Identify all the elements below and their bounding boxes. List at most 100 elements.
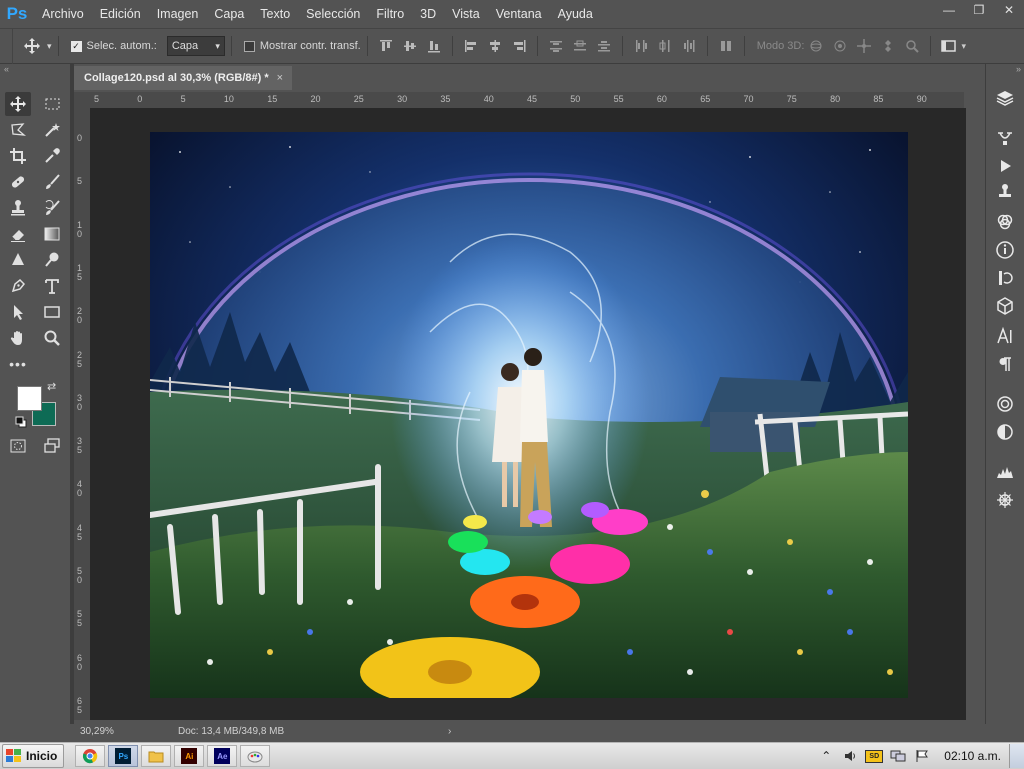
rectangle-tool[interactable] bbox=[39, 300, 65, 324]
brush-tool[interactable] bbox=[39, 170, 65, 194]
channels-panel-button[interactable] bbox=[992, 210, 1018, 234]
move-tool[interactable] bbox=[5, 92, 31, 116]
taskbar-after-effects[interactable]: Ae bbox=[207, 745, 238, 767]
align-bottom-icon[interactable] bbox=[425, 37, 443, 55]
gradient-tool[interactable] bbox=[39, 222, 65, 246]
type-tool[interactable] bbox=[39, 274, 65, 298]
distribute-bottom-icon[interactable] bbox=[595, 37, 613, 55]
clone-stamp-tool[interactable] bbox=[5, 196, 31, 220]
show-desktop-button[interactable] bbox=[1009, 744, 1024, 768]
taskbar-explorer[interactable] bbox=[141, 745, 172, 767]
menu-ayuda[interactable]: Ayuda bbox=[550, 0, 601, 28]
pan-3d-icon[interactable] bbox=[855, 37, 873, 55]
healing-brush-tool[interactable] bbox=[5, 170, 31, 194]
collapse-panel-icon[interactable]: « bbox=[4, 64, 9, 74]
taskbar-illustrator[interactable]: Ai bbox=[174, 745, 205, 767]
menu-seleccion[interactable]: Selección bbox=[298, 0, 368, 28]
ruler-horizontal[interactable]: 5 0 5 10 15 20 25 30 35 40 45 50 55 60 65 70 75 80 85 90 bbox=[74, 92, 964, 109]
menu-vista[interactable]: Vista bbox=[444, 0, 488, 28]
ruler-vertical[interactable]: 0 5 1 0 1 5 2 0 2 5 3 0 3 5 4 0 4 5 5 0 5 5 6 0 6 5 bbox=[74, 108, 91, 720]
sd-card-icon[interactable]: SD bbox=[864, 746, 884, 766]
hand-tool[interactable] bbox=[5, 326, 31, 350]
histogram-panel-button[interactable] bbox=[992, 460, 1018, 484]
clone-source-panel-button[interactable] bbox=[992, 180, 1018, 204]
menu-filtro[interactable]: Filtro bbox=[368, 0, 412, 28]
show-transform-checkbox[interactable] bbox=[243, 40, 255, 52]
align-top-icon[interactable] bbox=[377, 37, 395, 55]
blur-tool[interactable] bbox=[5, 248, 31, 272]
paths-panel-button[interactable] bbox=[992, 126, 1018, 150]
auto-select-checkbox[interactable]: ✓ bbox=[70, 40, 82, 52]
auto-select-toggle[interactable]: ✓ Selec. autom.: bbox=[70, 40, 157, 52]
auto-align-layers-icon[interactable] bbox=[717, 37, 735, 55]
network-icon[interactable] bbox=[888, 746, 908, 766]
start-button[interactable]: Inicio bbox=[2, 744, 65, 768]
history-brush-tool[interactable] bbox=[39, 196, 65, 220]
restore-button[interactable]: ❐ bbox=[964, 0, 994, 20]
distribute-right-icon[interactable] bbox=[680, 37, 698, 55]
screen-mode-button[interactable] bbox=[39, 434, 65, 458]
align-right-icon[interactable] bbox=[510, 37, 528, 55]
chevron-down-icon[interactable]: ▾ bbox=[961, 41, 966, 52]
orbit-3d-icon[interactable] bbox=[807, 37, 825, 55]
document-size-info[interactable]: Doc: 13,4 MB/349,8 MB bbox=[178, 726, 348, 737]
action-center-flag-icon[interactable] bbox=[912, 746, 932, 766]
close-document-icon[interactable]: × bbox=[277, 72, 283, 84]
menu-capa[interactable]: Capa bbox=[206, 0, 252, 28]
taskbar-chrome[interactable] bbox=[75, 745, 106, 767]
menu-3d[interactable]: 3D bbox=[412, 0, 444, 28]
edit-toolbar-button[interactable]: ••• bbox=[5, 352, 31, 376]
marquee-tool[interactable] bbox=[39, 92, 65, 116]
swap-colors-icon[interactable]: ⇄ bbox=[47, 380, 56, 393]
menu-texto[interactable]: Texto bbox=[252, 0, 298, 28]
move-tool-preset[interactable]: ▾ bbox=[23, 37, 52, 55]
history-panel-button[interactable] bbox=[992, 266, 1018, 290]
distribute-top-icon[interactable] bbox=[547, 37, 565, 55]
navigator-panel-button[interactable] bbox=[992, 488, 1018, 512]
distribute-hcenter-icon[interactable] bbox=[656, 37, 674, 55]
pen-tool[interactable] bbox=[5, 274, 31, 298]
show-transform-toggle[interactable]: Mostrar contr. transf. bbox=[243, 40, 361, 52]
zoom-tool[interactable] bbox=[39, 326, 65, 350]
document-tab[interactable]: Collage120.psd al 30,3% (RGB/8#) * × bbox=[74, 64, 292, 90]
document-canvas[interactable] bbox=[150, 132, 908, 698]
lasso-tool[interactable] bbox=[5, 118, 31, 142]
3d-panel-button[interactable] bbox=[992, 294, 1018, 318]
foreground-color-swatch[interactable] bbox=[17, 386, 42, 411]
eraser-tool[interactable] bbox=[5, 222, 31, 246]
align-horizontal-center-icon[interactable] bbox=[486, 37, 504, 55]
actions-panel-button[interactable] bbox=[992, 154, 1018, 178]
taskbar-clock[interactable]: 02:10 a.m. bbox=[944, 749, 1001, 763]
path-selection-tool[interactable] bbox=[5, 300, 31, 324]
status-menu-arrow-icon[interactable]: › bbox=[448, 726, 451, 737]
auto-select-target-dropdown[interactable]: Capa ▾ bbox=[166, 36, 225, 56]
minimize-button[interactable]: — bbox=[934, 0, 964, 20]
show-hidden-icons-icon[interactable]: ⌃ bbox=[816, 746, 836, 766]
roll-3d-icon[interactable] bbox=[831, 37, 849, 55]
layers-panel-button[interactable] bbox=[992, 86, 1018, 110]
adjustments-panel-button[interactable] bbox=[992, 420, 1018, 444]
libraries-panel-button[interactable] bbox=[992, 392, 1018, 416]
eyedropper-tool[interactable] bbox=[39, 144, 65, 168]
align-vertical-center-icon[interactable] bbox=[401, 37, 419, 55]
close-window-button[interactable]: ✕ bbox=[994, 0, 1024, 20]
volume-icon[interactable] bbox=[840, 746, 860, 766]
expand-panels-icon[interactable]: » bbox=[1016, 64, 1021, 74]
character-panel-button[interactable] bbox=[992, 324, 1018, 348]
taskbar-paint[interactable] bbox=[240, 745, 271, 767]
dodge-tool[interactable] bbox=[39, 248, 65, 272]
distribute-center-icon[interactable] bbox=[571, 37, 589, 55]
menu-edicion[interactable]: Edición bbox=[92, 0, 149, 28]
distribute-left-icon[interactable] bbox=[632, 37, 650, 55]
crop-tool[interactable] bbox=[5, 144, 31, 168]
taskbar-photoshop[interactable]: Ps bbox=[108, 745, 139, 767]
zoom-level-field[interactable]: 30,29% bbox=[74, 726, 126, 737]
menu-ventana[interactable]: Ventana bbox=[488, 0, 550, 28]
scale-3d-icon[interactable] bbox=[903, 37, 921, 55]
default-colors-icon[interactable] bbox=[15, 416, 27, 431]
menu-imagen[interactable]: Imagen bbox=[149, 0, 207, 28]
paragraph-panel-button[interactable] bbox=[992, 352, 1018, 376]
info-panel-button[interactable] bbox=[992, 238, 1018, 262]
magic-wand-tool[interactable] bbox=[39, 118, 65, 142]
menu-archivo[interactable]: Archivo bbox=[34, 0, 92, 28]
